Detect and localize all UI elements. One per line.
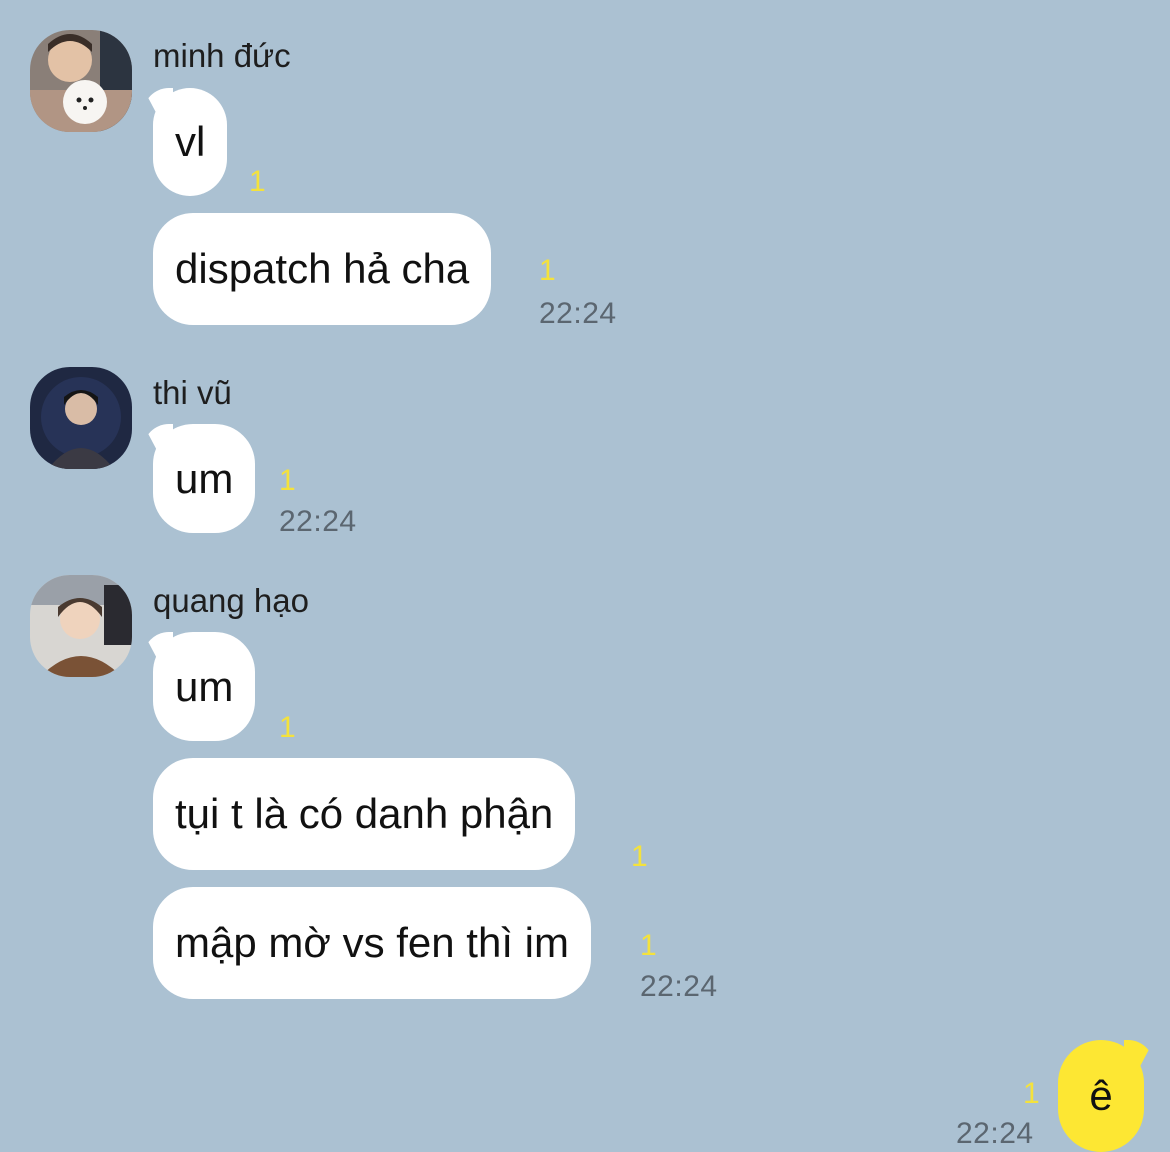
message-text: dispatch hả cha bbox=[175, 245, 470, 292]
message-text: um bbox=[175, 662, 234, 710]
avatar-photo-icon bbox=[30, 30, 132, 132]
my-message-bubble[interactable]: ê bbox=[1058, 1040, 1144, 1152]
message-text: vl bbox=[175, 118, 206, 165]
avatar-thi-vu[interactable] bbox=[30, 367, 132, 469]
timestamp: 22:24 bbox=[279, 505, 357, 538]
message-text: um bbox=[175, 454, 234, 502]
unread-count: 1 bbox=[631, 840, 648, 873]
message-text: mập mờ vs fen thì im bbox=[175, 919, 569, 966]
unread-count: 1 bbox=[279, 711, 296, 744]
avatar-photo-icon bbox=[30, 367, 132, 469]
avatar-photo-icon bbox=[30, 575, 132, 677]
timestamp: 22:24 bbox=[539, 297, 617, 330]
unread-count: 1 bbox=[539, 254, 556, 287]
message-bubble[interactable]: tụi t là có danh phận bbox=[153, 758, 576, 870]
timestamp: 22:24 bbox=[956, 1117, 1034, 1150]
sender-name: minh đức bbox=[153, 37, 291, 74]
avatar-minh-duc[interactable] bbox=[30, 30, 132, 132]
message-text: tụi t là có danh phận bbox=[175, 790, 554, 837]
message-bubble[interactable]: um bbox=[153, 632, 256, 741]
sender-name: thi vũ bbox=[153, 374, 232, 411]
sender-name: quang hạo bbox=[153, 582, 309, 619]
message-text: ê bbox=[1089, 1072, 1113, 1119]
message-bubble[interactable]: vl bbox=[153, 88, 228, 196]
unread-count: 1 bbox=[1023, 1077, 1040, 1110]
chat-view: minh đức vl 1 dispatch hả cha 1 22:24 th… bbox=[0, 0, 1170, 1152]
message-bubble[interactable]: mập mờ vs fen thì im bbox=[153, 887, 591, 999]
avatar-quang-hao[interactable] bbox=[30, 575, 132, 677]
message-bubble[interactable]: um bbox=[153, 424, 256, 533]
timestamp: 22:24 bbox=[640, 970, 718, 1003]
unread-count: 1 bbox=[279, 464, 296, 497]
unread-count: 1 bbox=[640, 929, 657, 962]
unread-count: 1 bbox=[249, 165, 266, 198]
message-bubble[interactable]: dispatch hả cha bbox=[153, 213, 492, 325]
